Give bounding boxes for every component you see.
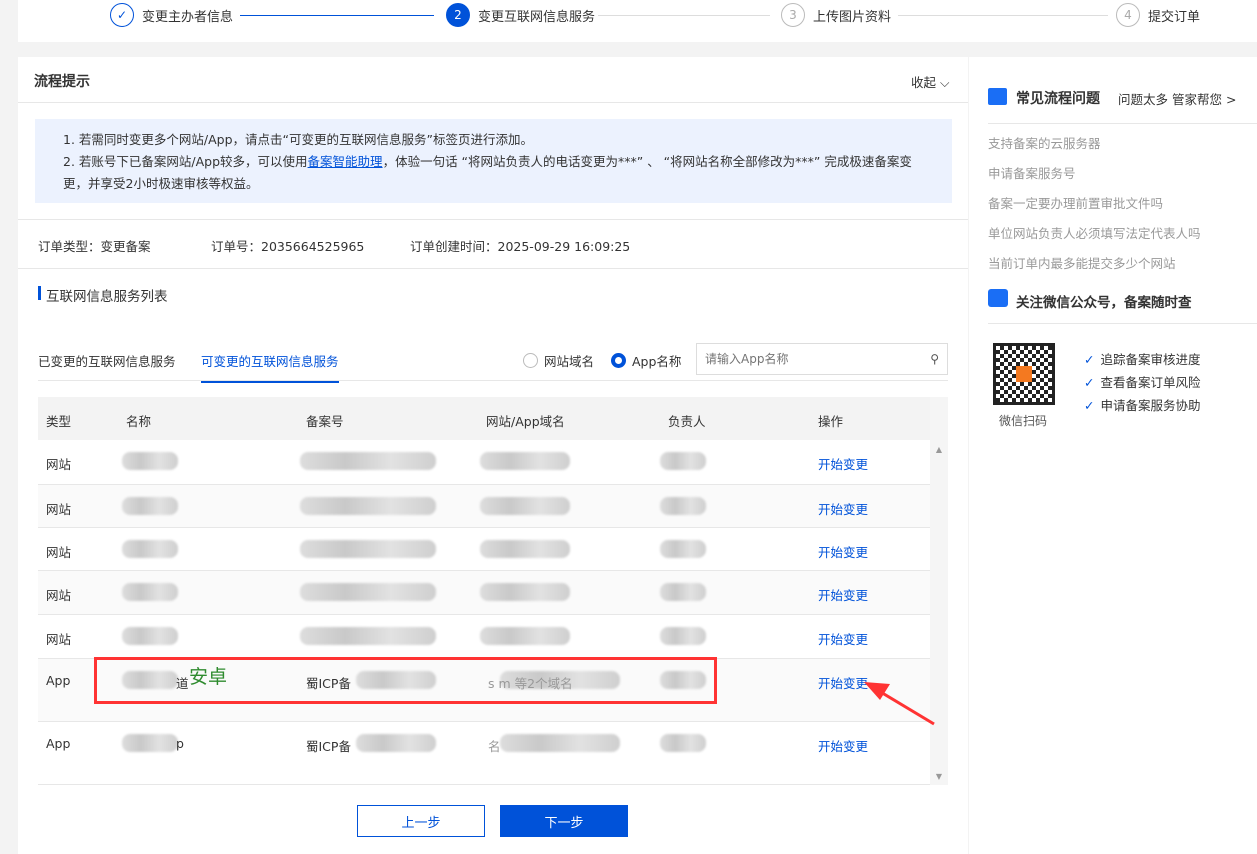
table-row: App p 蜀ICP备 名 开始变更: [38, 722, 930, 785]
cell-type: 网站: [46, 588, 72, 603]
step-label: 提交订单: [1148, 9, 1201, 25]
radio-checked-icon: [611, 353, 626, 368]
faq-link[interactable]: 支持备案的云服务器: [988, 133, 1101, 152]
cell-type: 网站: [46, 502, 72, 517]
collapse-button[interactable]: 收起 ⌵: [911, 72, 949, 91]
step-label: 上传图片资料: [813, 9, 892, 25]
tab-changeable[interactable]: 可变更的互联网信息服务: [201, 351, 339, 383]
faq-link[interactable]: 备案一定要办理前置审批文件吗: [988, 193, 1163, 212]
search-icon[interactable]: ⚲: [930, 352, 939, 366]
order-type: 订单类型：变更备案: [38, 239, 151, 254]
annotation-arrow-icon: [864, 682, 935, 726]
start-change-link[interactable]: 开始变更: [818, 454, 868, 473]
table-row: 网站 开始变更: [38, 440, 930, 485]
list-title: 互联网信息服务列表: [46, 289, 168, 305]
smart-assistant-link[interactable]: 备案智能助理: [308, 154, 383, 169]
help-link[interactable]: 问题太多 管家帮您 >: [1118, 89, 1236, 108]
chevron-right-icon: >: [1225, 92, 1237, 107]
process-title: 流程提示: [34, 74, 90, 90]
wechat-icon: [988, 289, 1008, 307]
cell-type: 网站: [46, 457, 72, 472]
radio-domain[interactable]: 网站域名: [523, 351, 594, 370]
benefit-label: 追踪备案审核进度: [1100, 352, 1201, 367]
table-row: 网站 开始变更: [38, 528, 930, 571]
col-owner: 负责人: [668, 414, 706, 429]
wechat-title: 关注微信公众号，备案随时查: [1016, 295, 1192, 311]
step-number: 3: [781, 3, 805, 27]
collapse-label: 收起: [911, 75, 937, 90]
radio-icon: [523, 353, 538, 368]
benefit-item: ✓ 查看备案订单风险: [1084, 372, 1201, 391]
cell-type: App: [46, 736, 71, 751]
step-bar: ✓ 变更主办者信息 2 变更互联网信息服务 3 上传图片资料 4 提交订单: [18, 0, 1257, 42]
search-box[interactable]: ⚲: [696, 343, 948, 375]
step-label: 变更主办者信息: [142, 9, 234, 25]
qr-code: [993, 343, 1055, 405]
faq-link[interactable]: 当前订单内最多能提交多少个网站: [988, 253, 1176, 272]
table-row: 网站 开始变更: [38, 485, 930, 528]
faq-link[interactable]: 申请备案服务号: [988, 163, 1076, 182]
start-change-link[interactable]: 开始变更: [818, 542, 868, 561]
annotation-label: 安卓: [189, 666, 228, 688]
step-number: 4: [1116, 3, 1140, 27]
step-1: ✓ 变更主办者信息: [110, 3, 233, 27]
faq-title: 常见流程问题: [1016, 91, 1100, 107]
faq-link[interactable]: 单位网站负责人必须填写法定代表人吗: [988, 223, 1201, 242]
benefit-item: ✓ 申请备案服务协助: [1084, 395, 1201, 414]
start-change-link[interactable]: 开始变更: [818, 499, 868, 518]
prev-button[interactable]: 上一步: [357, 805, 485, 837]
cell-icp: 蜀ICP备: [306, 739, 351, 754]
benefit-item: ✓ 追踪备案审核进度: [1084, 349, 1201, 368]
order-created: 订单创建时间：2025-09-29 16:09:25: [410, 239, 631, 254]
start-change-link[interactable]: 开始变更: [818, 629, 868, 648]
chevron-down-icon: ⌵: [940, 75, 950, 90]
step-number: 2: [446, 3, 470, 27]
cell-domain: 名: [488, 739, 501, 754]
cell-type: App: [46, 673, 71, 688]
qr-caption: 微信扫码: [999, 414, 1048, 428]
benefit-label: 申请备案服务协助: [1100, 398, 1201, 413]
table-row: 网站 开始变更: [38, 615, 930, 659]
check-icon: ✓: [1084, 352, 1095, 367]
cell-name: p: [176, 736, 184, 751]
tip-box: 1. 若需同时变更多个网站/App，请点击“可变更的互联网信息服务”标签页进行添…: [35, 119, 952, 203]
cell-type: 网站: [46, 632, 72, 647]
table-row: 网站 开始变更: [38, 571, 930, 615]
radio-label: App名称: [632, 354, 682, 369]
check-icon: ✓: [110, 3, 134, 27]
benefit-label: 查看备案订单风险: [1100, 375, 1201, 390]
radio-label: 网站域名: [544, 354, 595, 369]
tip-2: 2. 若账号下已备案网站/App较多，可以使用: [63, 154, 308, 169]
tip-1: 1. 若需同时变更多个网站/App，请点击“可变更的互联网信息服务”标签页进行添…: [63, 132, 533, 147]
order-number: 订单号：2035664525965: [211, 239, 365, 254]
radio-app[interactable]: App名称: [611, 351, 681, 370]
start-change-link[interactable]: 开始变更: [818, 585, 868, 604]
table-header: 类型 名称 备案号 网站/App域名 负责人 操作: [38, 397, 930, 440]
next-button[interactable]: 下一步: [500, 805, 628, 837]
step-2: 2 变更互联网信息服务: [446, 3, 595, 27]
step-4: 4 提交订单: [1116, 3, 1200, 27]
help-label: 问题太多 管家帮您: [1118, 92, 1222, 107]
annotation-box: [94, 657, 717, 704]
col-name: 名称: [126, 414, 152, 429]
check-icon: ✓: [1084, 398, 1095, 413]
step-3: 3 上传图片资料: [781, 3, 891, 27]
search-input[interactable]: [697, 352, 931, 366]
col-action: 操作: [818, 414, 844, 429]
start-change-link[interactable]: 开始变更: [818, 736, 868, 755]
step-label: 变更互联网信息服务: [478, 9, 596, 25]
col-domain: 网站/App域名: [486, 414, 565, 429]
chat-icon: [988, 88, 1007, 105]
tab-changed[interactable]: 已变更的互联网信息服务: [38, 351, 176, 370]
check-icon: ✓: [1084, 375, 1095, 390]
col-icp: 备案号: [306, 414, 344, 429]
cell-type: 网站: [46, 545, 72, 560]
col-type: 类型: [46, 414, 72, 429]
